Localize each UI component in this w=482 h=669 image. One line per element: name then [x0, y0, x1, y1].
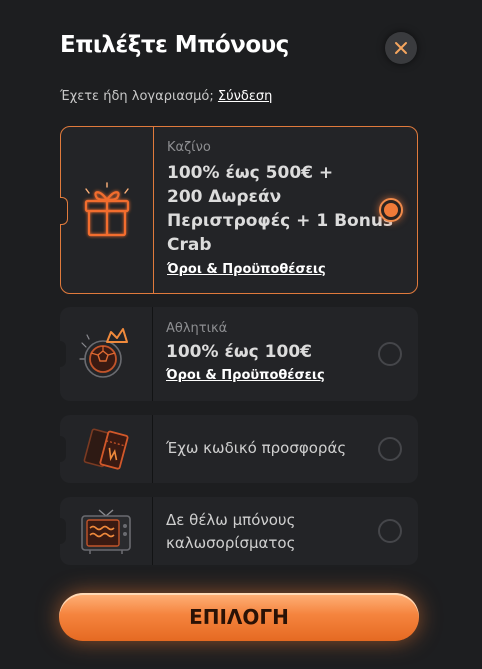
page-title: Επιλέξτε Μπόνους: [60, 32, 289, 58]
gift-icon: [84, 182, 130, 237]
option-category: Αθλητικά: [166, 321, 228, 336]
bonus-option-no-bonus[interactable]: Δε θέλω μπόνους καλωσορίσματος: [59, 497, 418, 565]
icon-cell: [60, 497, 153, 565]
offer-text: 100% έως 500€ + 200 Δωρεάν Περιστροφές +…: [167, 161, 394, 257]
close-button[interactable]: [385, 32, 417, 64]
option-label-line: Δε θέλω μπόνους: [166, 511, 296, 529]
select-bonus-label: ΕΠΙΛΟΓΗ: [189, 605, 289, 629]
bonus-option-casino[interactable]: Καζίνο 100% έως 500€ + 200 Δωρεάν Περιστ…: [60, 126, 418, 294]
login-link[interactable]: Σύνδεση: [218, 89, 272, 104]
terms-link[interactable]: Όροι & Προϋποθέσεις: [167, 262, 367, 277]
login-prompt-text: Έχετε ήδη λογαριασμό;: [60, 89, 214, 104]
bonus-option-sports[interactable]: Αθλητικά 100% έως 100€ Όροι & Προϋποθέσε…: [59, 307, 418, 401]
bonus-option-promo-code[interactable]: Έχω κωδικό προσφοράς: [59, 415, 418, 483]
icon-cell: [61, 127, 154, 293]
football-crown-icon: [79, 328, 128, 378]
tv-icon: [81, 509, 131, 554]
icon-cell: [60, 307, 153, 401]
option-label-line: καλωσορίσματος: [166, 534, 296, 552]
ticket-icon: [83, 428, 129, 470]
option-radio[interactable]: [378, 519, 402, 543]
icon-cell: [60, 415, 153, 483]
option-category: Καζίνο: [167, 140, 211, 155]
select-bonus-button[interactable]: ΕΠΙΛΟΓΗ: [59, 593, 419, 641]
offer-line: 100% έως 100€: [166, 342, 312, 362]
option-radio[interactable]: [378, 437, 402, 461]
login-prompt: Έχετε ήδη λογαριασμό; Σύνδεση: [60, 89, 272, 104]
option-label: Έχω κωδικό προσφοράς: [166, 439, 347, 457]
offer-line: 200 Δωρεάν: [167, 187, 282, 207]
option-radio-selected[interactable]: [379, 198, 403, 222]
close-icon: [395, 42, 407, 54]
offer-line: 100% έως 500€ +: [167, 163, 334, 183]
offer-line: Περιστροφές + 1 Bonus: [167, 211, 394, 231]
terms-link[interactable]: Όροι & Προϋποθέσεις: [166, 368, 368, 383]
option-radio[interactable]: [378, 342, 402, 366]
offer-line: Crab: [167, 235, 212, 255]
